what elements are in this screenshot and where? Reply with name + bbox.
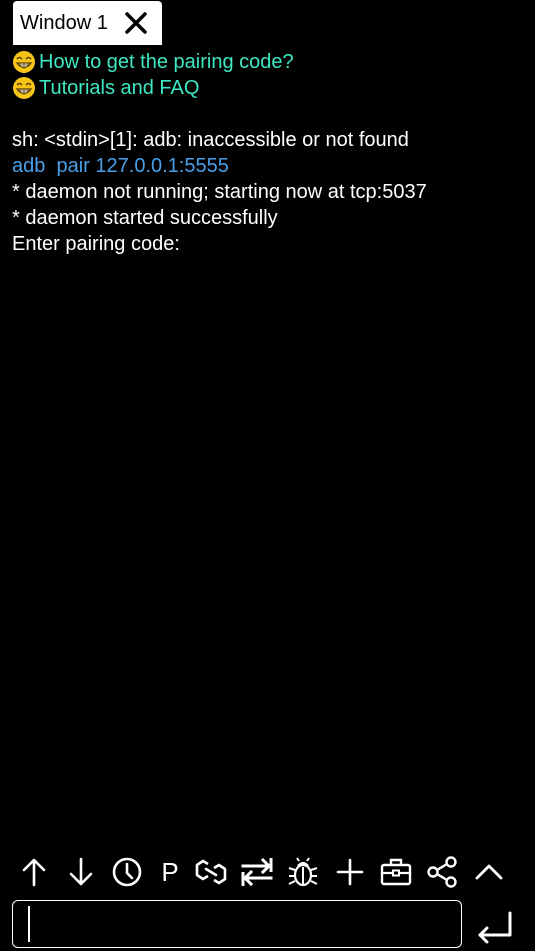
history-down-button[interactable] bbox=[61, 852, 101, 892]
history-button[interactable] bbox=[107, 852, 147, 892]
help-links: How to get the pairing code? Tutorials a… bbox=[12, 49, 294, 101]
terminal-toolbar: P bbox=[0, 852, 535, 892]
toolbox-icon bbox=[380, 858, 412, 886]
clock-icon bbox=[112, 857, 142, 887]
close-icon[interactable] bbox=[125, 12, 147, 34]
grinning-emoji-icon bbox=[13, 51, 35, 73]
pairing-code-help-label: How to get the pairing code? bbox=[39, 50, 294, 73]
arrow-down-icon bbox=[69, 857, 93, 886]
swap-button[interactable] bbox=[237, 852, 277, 892]
grinning-emoji-icon bbox=[13, 77, 35, 99]
share-icon bbox=[427, 856, 457, 888]
history-up-button[interactable] bbox=[14, 852, 54, 892]
bug-icon bbox=[288, 857, 318, 887]
p-label: P bbox=[161, 857, 179, 887]
plus-icon bbox=[336, 858, 364, 886]
window-tab[interactable]: Window 1 bbox=[13, 1, 162, 45]
command-input[interactable] bbox=[12, 900, 462, 948]
pairing-code-help-link[interactable]: How to get the pairing code? bbox=[12, 49, 294, 75]
terminal-command-line: adb pair 127.0.0.1:5555 bbox=[12, 155, 229, 177]
toolbox-button[interactable] bbox=[376, 852, 416, 892]
chevron-up-icon bbox=[475, 864, 503, 880]
terminal-line: sh: <stdin>[1]: adb: inaccessible or not… bbox=[12, 129, 409, 151]
link-button[interactable] bbox=[191, 852, 231, 892]
terminal-line: * daemon not running; starting now at tc… bbox=[12, 181, 427, 203]
arrow-up-icon bbox=[22, 858, 46, 887]
terminal-prompt-line: Enter pairing code: bbox=[12, 233, 180, 255]
terminal-line: * daemon started successfully bbox=[12, 207, 278, 229]
debug-button[interactable] bbox=[283, 852, 323, 892]
terminal-output: sh: <stdin>[1]: adb: inaccessible or not… bbox=[12, 127, 527, 257]
expand-button[interactable] bbox=[469, 852, 509, 892]
p-button[interactable]: P bbox=[150, 852, 190, 892]
window-tab-title: Window 1 bbox=[20, 12, 108, 34]
text-caret bbox=[28, 906, 30, 942]
enter-icon[interactable] bbox=[472, 905, 516, 945]
tutorials-faq-label: Tutorials and FAQ bbox=[39, 76, 200, 99]
tutorials-faq-link[interactable]: Tutorials and FAQ bbox=[12, 75, 294, 101]
swap-icon bbox=[241, 857, 273, 887]
add-button[interactable] bbox=[330, 852, 370, 892]
share-button[interactable] bbox=[422, 852, 462, 892]
link-icon bbox=[195, 859, 227, 885]
